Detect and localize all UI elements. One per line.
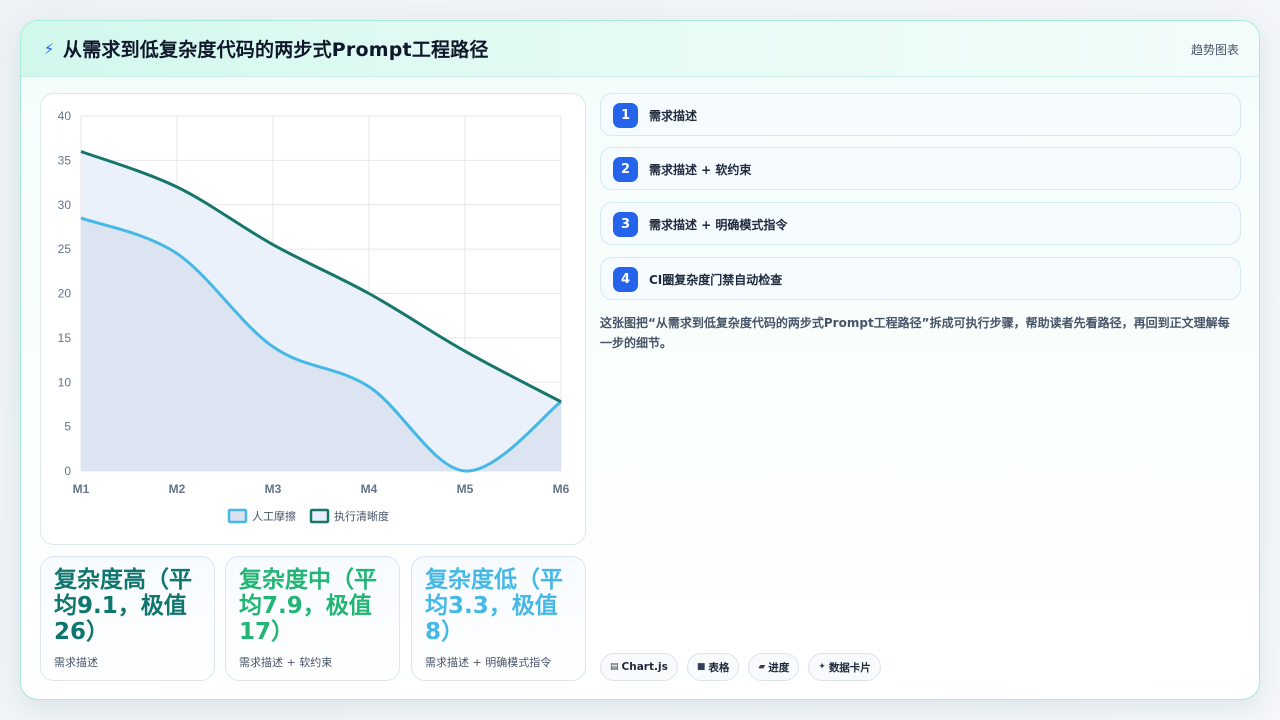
step-number-badge: 3 [613, 212, 638, 237]
metric-card-low: 复杂度低（平均3.3，极值8） 需求描述 + 明确模式指令 [411, 556, 586, 681]
chip-data-card[interactable]: ✦ 数据卡片 [808, 653, 881, 681]
y-tick-label: 30 [58, 198, 72, 212]
chip-progress[interactable]: ▰ 进度 [748, 653, 800, 681]
metric-value: 复杂度高（平均9.1，极值26） [54, 567, 192, 645]
step-item-4[interactable]: 4 CI圈复杂度门禁自动检查 [600, 257, 1241, 300]
chip-label: 进度 [768, 661, 790, 674]
chart-panel: 0 5 10 15 20 25 30 35 40 M1 M2 M3 M4 M5 M6 人工摩擦 执行清晰度 [40, 93, 586, 545]
legend-swatch [227, 508, 248, 524]
y-tick-label: 10 [58, 375, 72, 389]
step-label: 需求描述 + 软约束 [649, 163, 752, 177]
step-item-3[interactable]: 3 需求描述 + 明确模式指令 [600, 202, 1241, 245]
chart-icon: ▤ [610, 662, 619, 672]
step-number-badge: 4 [613, 267, 638, 292]
metric-value: 复杂度低（平均3.3，极值8） [425, 567, 563, 645]
dashboard-card: ⚡ 从需求到低复杂度代码的两步式Prompt工程路径 趋势图表 0 5 10 15 20… [20, 20, 1260, 700]
chip-chartjs[interactable]: ▤ Chart.js [600, 653, 678, 681]
x-tick-label: M5 [457, 482, 474, 496]
chip-label: Chart.js [621, 661, 668, 673]
table-icon: ■ [696, 662, 706, 672]
y-tick-label: 40 [58, 109, 72, 123]
x-tick-label: M4 [361, 482, 378, 496]
x-tick-label: M3 [265, 482, 282, 496]
x-tick-label: M6 [553, 482, 570, 496]
metric-subtitle: 需求描述 + 软约束 [239, 656, 333, 669]
chip-label: 表格 [708, 661, 730, 674]
header: ⚡ 从需求到低复杂度代码的两步式Prompt工程路径 趋势图表 [21, 21, 1259, 77]
metric-subtitle: 需求描述 + 明确模式指令 [425, 656, 552, 669]
y-tick-label: 20 [58, 287, 72, 301]
chip-table[interactable]: ■ 表格 [686, 653, 740, 681]
step-item-2[interactable]: 2 需求描述 + 软约束 [600, 147, 1241, 190]
y-tick-label: 5 [64, 420, 71, 434]
data-card-icon: ✦ [818, 662, 826, 672]
metric-card-medium: 复杂度中（平均7.9，极值17） 需求描述 + 软约束 [225, 556, 400, 681]
step-label: 需求描述 + 明确模式指令 [649, 218, 788, 232]
feature-chips: ▤ Chart.js ■ 表格 ▰ 进度 ✦ 数据卡片 [600, 653, 881, 681]
step-number-badge: 1 [613, 103, 638, 128]
y-tick-label: 0 [64, 464, 71, 478]
legend-label: 执行清晰度 [334, 509, 389, 523]
x-tick-label: M1 [73, 482, 90, 496]
y-tick-label: 25 [58, 242, 72, 256]
metric-value: 复杂度中（平均7.9，极值17） [239, 567, 377, 645]
chip-label: 数据卡片 [828, 661, 871, 674]
description-text: 这张图把“从需求到低复杂度代码的两步式Prompt工程路径”拆成可执行步骤，帮助… [600, 316, 1230, 350]
legend-swatch [309, 508, 330, 524]
metric-card-high: 复杂度高（平均9.1，极值26） 需求描述 [40, 556, 215, 681]
step-label: 需求描述 [649, 109, 698, 123]
trend-chart: 0 5 10 15 20 25 30 35 40 M1 M2 M3 M4 M5 M6 人工摩擦 执行清晰度 [58, 109, 570, 524]
y-tick-label: 35 [58, 153, 72, 167]
legend-label: 人工摩擦 [252, 509, 296, 523]
step-number-badge: 2 [613, 157, 638, 182]
step-item-1[interactable]: 1 需求描述 [600, 93, 1241, 136]
step-label: CI圈复杂度门禁自动检查 [649, 273, 783, 287]
metric-subtitle: 需求描述 [54, 656, 98, 669]
chart-type-tag: 趋势图表 [1190, 43, 1239, 57]
y-tick-label: 15 [58, 331, 72, 345]
lightning-icon: ⚡ [43, 40, 55, 58]
page-title: 从需求到低复杂度代码的两步式Prompt工程路径 [63, 39, 489, 61]
progress-icon: ▰ [758, 662, 766, 672]
x-tick-label: M2 [169, 482, 186, 496]
